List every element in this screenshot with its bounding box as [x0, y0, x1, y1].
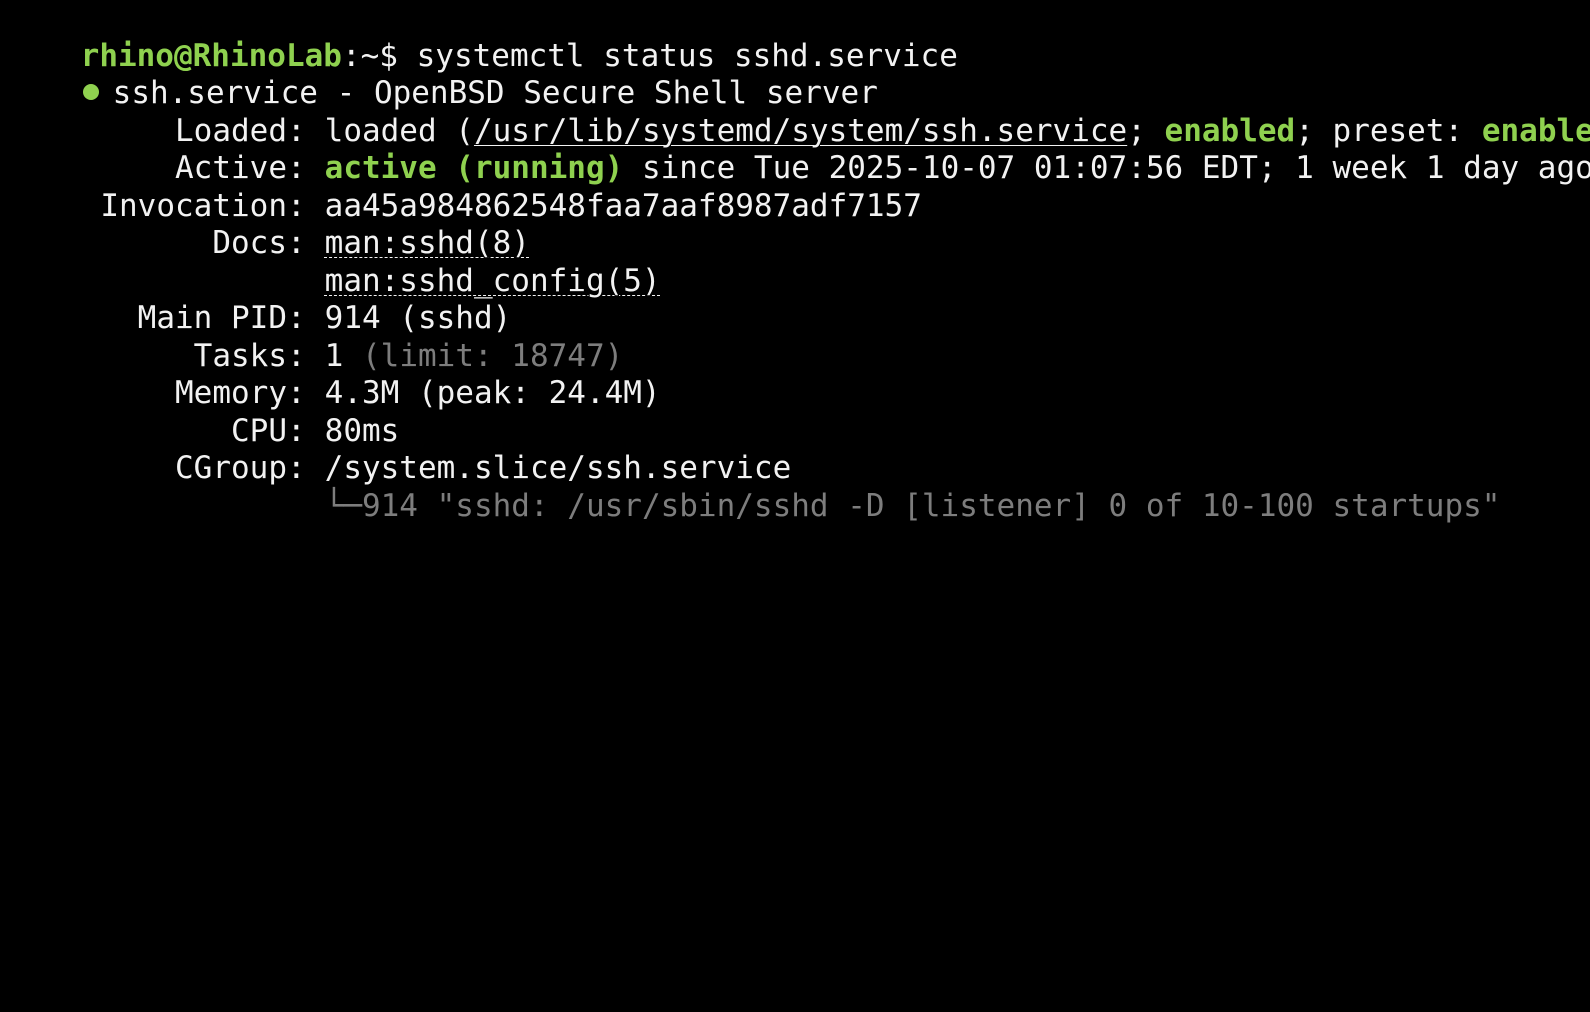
cpu-line: CPU: 80ms [8, 375, 399, 449]
cgroup-process-line: └─914 "sshd: /usr/sbin/sshd -D [listener… [8, 450, 1501, 524]
terminal-window[interactable]: rhino@RhinoLab:~$ systemctl status sshd.… [0, 0, 1590, 524]
tasks-line: Tasks: 1 (limit: 18747) [8, 300, 624, 374]
docs-line: Docs: man:sshd(8) [8, 187, 530, 261]
unit-title-line: ssh.service - OpenBSD Secure Shell serve… [6, 37, 878, 111]
memory-line: Memory: 4.3M (peak: 24.4M) [8, 337, 661, 411]
main-pid-line: Main PID: 914 (sshd) [8, 262, 512, 336]
loaded-line: Loaded: loaded (/usr/lib/systemd/system/s… [8, 75, 1590, 149]
prompt-line: rhino@RhinoLab:~$ systemctl status sshd.… [6, 0, 958, 74]
cgroup-line: CGroup:/system.slice/ssh.service [8, 412, 791, 486]
docs-line-2: man:sshd_config(5) [8, 225, 661, 299]
invocation-line: Invocation: aa45a984862548faa7aaf8987adf7… [8, 150, 922, 224]
active-line: Active: active (running) since Tue 2025-1… [8, 112, 1590, 186]
